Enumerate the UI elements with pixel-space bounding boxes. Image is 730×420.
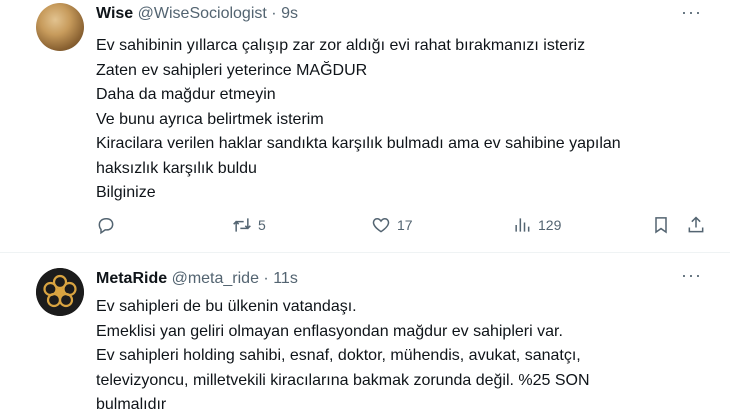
share-button[interactable] xyxy=(686,215,706,235)
tweet-line: Bilginize xyxy=(96,184,156,201)
tweet-text: Ev sahipleri de bu ülkenin vatandaşı. Em… xyxy=(96,295,716,418)
views-count: 129 xyxy=(538,217,562,233)
tweet-line: bulmalıdır xyxy=(96,396,167,413)
tweet-line: Ve bunu ayrıca belirtmek isterim xyxy=(96,110,324,128)
tweet-line: televizyoncu, milletvekili kiracılarına … xyxy=(96,371,590,389)
tweet-header: MetaRide @meta_ride · 11s xyxy=(96,270,298,288)
retweet-button[interactable]: 5 xyxy=(232,215,266,235)
like-count: 17 xyxy=(397,217,413,233)
share-icon xyxy=(688,216,704,233)
reply-button[interactable] xyxy=(96,215,116,235)
timestamp[interactable]: 11s xyxy=(273,270,298,287)
avatar[interactable] xyxy=(36,268,84,316)
tweet-line: Ev sahibinin yıllarca çalışıp zar zor al… xyxy=(96,37,586,54)
heart-icon xyxy=(372,217,390,233)
analytics-icon xyxy=(515,218,530,232)
timestamp[interactable]: 9s xyxy=(281,5,298,22)
action-bar: 5 17 129 xyxy=(96,215,706,241)
tweet[interactable]: ··· MetaRide @meta_ride · 11s Ev sahiple… xyxy=(0,253,730,420)
tweet[interactable]: Wise @WiseSociologist · 9s ··· Ev sahibi… xyxy=(0,0,730,252)
tweet-line: haksızlık karşılık buldu xyxy=(96,159,257,177)
tweet-line: Daha da mağdur etmeyin xyxy=(96,86,276,103)
tweet-line: Zaten ev sahipleri yeterince MAĞDUR xyxy=(96,61,368,79)
display-name[interactable]: Wise xyxy=(96,5,133,22)
more-options-icon[interactable]: ··· xyxy=(681,265,702,286)
handle[interactable]: @meta_ride xyxy=(172,270,259,287)
reply-icon xyxy=(98,218,114,235)
retweet-count: 5 xyxy=(258,217,266,233)
bookmark-icon xyxy=(655,217,667,234)
views-button[interactable]: 129 xyxy=(512,215,561,235)
tweet-line: Ev sahipleri holding sahibi, esnaf, dokt… xyxy=(96,347,581,364)
separator: · xyxy=(271,5,277,22)
flower-logo-icon xyxy=(36,268,84,316)
avatar[interactable] xyxy=(36,3,84,51)
retweet-icon xyxy=(233,218,251,232)
handle[interactable]: @WiseSociologist xyxy=(138,5,267,22)
separator: · xyxy=(263,270,269,287)
tweet-line: Kiracilara verilen haklar sandıkta karşı… xyxy=(96,135,621,152)
like-button[interactable]: 17 xyxy=(371,215,413,235)
bookmark-button[interactable] xyxy=(651,215,671,235)
more-options-icon[interactable]: ··· xyxy=(681,2,702,23)
tweet-header: Wise @WiseSociologist · 9s xyxy=(96,5,298,23)
tweet-line: Emeklisi yan geliri olmayan enflasyondan… xyxy=(96,322,563,340)
tweet-line: Ev sahipleri de bu ülkenin vatandaşı. xyxy=(96,298,357,315)
display-name[interactable]: MetaRide xyxy=(96,270,167,287)
tweet-text: Ev sahibinin yıllarca çalışıp zar zor al… xyxy=(96,34,716,206)
